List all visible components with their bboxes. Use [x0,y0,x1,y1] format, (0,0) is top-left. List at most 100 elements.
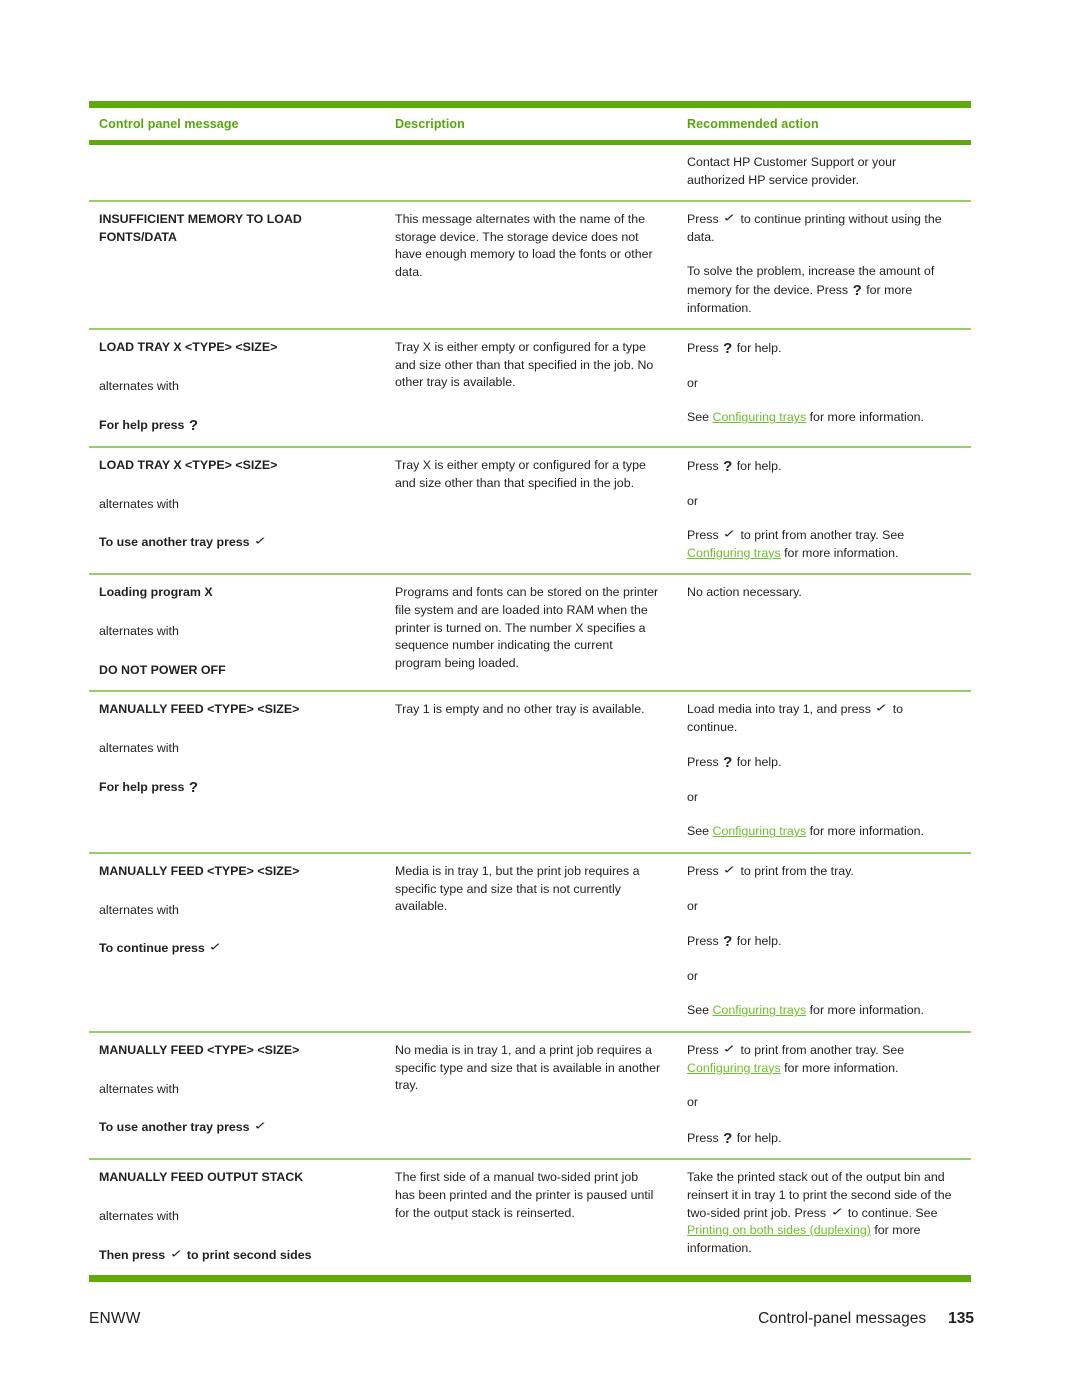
table-head: Control panel message Description Recomm… [89,104,971,145]
alternates-with-label: alternates with [99,902,179,917]
table-row: LOAD TRAY X <TYPE> <SIZE> alternates with… [89,445,971,575]
cell-control-panel-message: LOAD TRAY X <TYPE> <SIZE> alternates with… [89,328,385,447]
checkmark-icon: ✓ [253,1120,268,1134]
cell-recommended-action: Contact HP Customer Support or your auth… [677,143,971,202]
cell-description: Media is in tray 1, but the print job re… [385,852,677,1033]
message-secondary-text: Then press ✓ to print second sides [99,1247,312,1262]
cell-description [385,143,677,202]
table-row: MANUALLY FEED <TYPE> <SIZE> alternates wi… [89,852,971,1033]
message-secondary-text: DO NOT POWER OFF [99,662,226,677]
action-paragraph: See Configuring trays for more informati… [687,410,924,425]
alternates-with-label: alternates with [99,378,179,393]
question-mark-icon: ? [723,933,733,951]
cell-recommended-action: Press ? for help. or See Configuring trays… [677,328,971,447]
action-paragraph: or [687,1095,699,1110]
document-page: Control panel message Description Recomm… [0,0,1080,1397]
cell-recommended-action: Press ? for help. or Press ✓ to print from… [677,445,971,575]
action-paragraph: No action necessary. [687,585,802,600]
question-mark-icon: ? [188,417,198,435]
checkmark-icon: ✓ [722,864,737,877]
cross-reference-link[interactable]: Printing on both sides (duplexing) [687,1223,871,1237]
checkmark-icon: ✓ [830,1205,844,1219]
column-header-recommended-action: Recommended action [677,104,971,145]
description-paragraph: Tray X is either empty or configured for… [395,457,646,490]
table-body: Contact HP Customer Support or your auth… [89,143,971,1279]
action-paragraph: To solve the problem, increase the amoun… [687,264,935,315]
description-paragraph: Tray X is either empty or configured for… [395,340,654,390]
cell-recommended-action: Press ✓ to continue printing without usi… [677,200,971,330]
question-mark-icon: ? [723,457,733,475]
action-paragraph: Press ? for help. [687,457,782,475]
footer-section-title: Control-panel messages [758,1310,927,1327]
action-paragraph: See Configuring trays for more informati… [687,1003,924,1018]
cell-description: No media is in tray 1, and a print job r… [385,1031,677,1160]
message-primary-text: LOAD TRAY X <TYPE> <SIZE> [99,340,278,355]
action-paragraph: Take the printed stack out of the output… [687,1170,952,1255]
cell-recommended-action: Press ✓ to print from another tray. See … [677,1031,971,1160]
table-row: LOAD TRAY X <TYPE> <SIZE> alternates with… [89,328,971,447]
cross-reference-link[interactable]: Configuring trays [713,1003,807,1017]
checkmark-icon: ✓ [722,1043,737,1056]
cell-recommended-action: Press ✓ to print from the tray. or Press ?… [677,852,971,1033]
action-paragraph: Press ✓ to print from another tray. See … [687,528,905,560]
table-header-row: Control panel message Description Recomm… [89,104,971,145]
alternates-with-label: alternates with [99,623,179,638]
action-paragraph: Press ? for help. [687,754,782,772]
table-row: Contact HP Customer Support or your auth… [89,143,971,202]
checkmark-icon: ✓ [722,212,737,226]
cell-description: Programs and fonts can be stored on the … [385,573,677,692]
cell-description: The first side of a manual two-sided pri… [385,1158,677,1279]
message-secondary-text: For help press ? [99,779,198,797]
message-primary-text: MANUALLY FEED <TYPE> <SIZE> [99,864,300,879]
table-row: MANUALLY FEED <TYPE> <SIZE> alternates wi… [89,690,971,854]
cell-control-panel-message [89,143,385,202]
action-paragraph: or [687,898,699,913]
cell-recommended-action: Load media into tray 1, and press ✓ to c… [677,690,971,854]
action-paragraph: Press ✓ to print from the tray. [687,864,854,879]
control-panel-message-table: Control panel message Description Recomm… [89,101,971,1283]
checkmark-icon: ✓ [169,1247,183,1261]
cell-control-panel-message: MANUALLY FEED <TYPE> <SIZE> alternates wi… [89,690,385,854]
cell-description: Tray 1 is empty and no other tray is ava… [385,690,677,854]
description-paragraph: Tray 1 is empty and no other tray is ava… [395,702,645,717]
table-row: INSUFFICIENT MEMORY TO LOAD FONTS/DATA Th… [89,200,971,330]
cross-reference-link[interactable]: Configuring trays [713,824,807,838]
action-paragraph: Press ? for help. [687,340,782,358]
message-primary-text: INSUFFICIENT MEMORY TO LOAD FONTS/DATA [99,212,302,244]
cell-description: Tray X is either empty or configured for… [385,445,677,575]
alternates-with-label: alternates with [99,1081,179,1096]
column-header-description: Description [385,104,677,145]
footer-right-group: Control-panel messages 135 [758,1310,974,1328]
cell-recommended-action: No action necessary. [677,573,971,692]
checkmark-icon: ✓ [253,535,268,549]
action-paragraph: or [687,375,699,390]
question-mark-icon: ? [852,281,862,299]
cell-recommended-action: Take the printed stack out of the output… [677,1158,971,1279]
cell-control-panel-message: Loading program X alternates with DO NOT P… [89,573,385,692]
action-paragraph: or [687,968,699,983]
table-row: MANUALLY FEED <TYPE> <SIZE> alternates wi… [89,1031,971,1160]
cell-description: This message alternates with the name of… [385,200,677,330]
action-paragraph: Press ✓ to print from another tray. See … [687,1043,905,1075]
alternates-with-label: alternates with [99,740,179,755]
description-paragraph: This message alternates with the name of… [395,212,653,279]
question-mark-icon: ? [188,779,198,797]
action-paragraph: Press ? for help. [687,933,782,951]
cross-reference-link[interactable]: Configuring trays [687,1061,781,1075]
message-primary-text: MANUALLY FEED <TYPE> <SIZE> [99,702,300,717]
cell-control-panel-message: INSUFFICIENT MEMORY TO LOAD FONTS/DATA [89,200,385,330]
message-primary-text: MANUALLY FEED OUTPUT STACK [99,1170,304,1185]
cross-reference-link[interactable]: Configuring trays [713,410,807,424]
action-paragraph: Press ✓ to continue printing without usi… [687,212,942,244]
message-secondary-text: To continue press ✓ [99,940,369,958]
action-paragraph: or [687,789,699,804]
cross-reference-link[interactable]: Configuring trays [687,546,781,560]
message-primary-text: Loading program X [99,585,213,600]
cell-control-panel-message: MANUALLY FEED <TYPE> <SIZE> alternates wi… [89,1031,385,1160]
question-mark-icon: ? [723,754,733,772]
cell-control-panel-message: MANUALLY FEED OUTPUT STACK alternates wit… [89,1158,385,1279]
description-paragraph: Programs and fonts can be stored on the … [395,585,659,670]
alternates-with-label: alternates with [99,1209,179,1223]
footer-locale-code: ENWW [89,1310,141,1327]
checkmark-icon: ✓ [874,702,889,716]
